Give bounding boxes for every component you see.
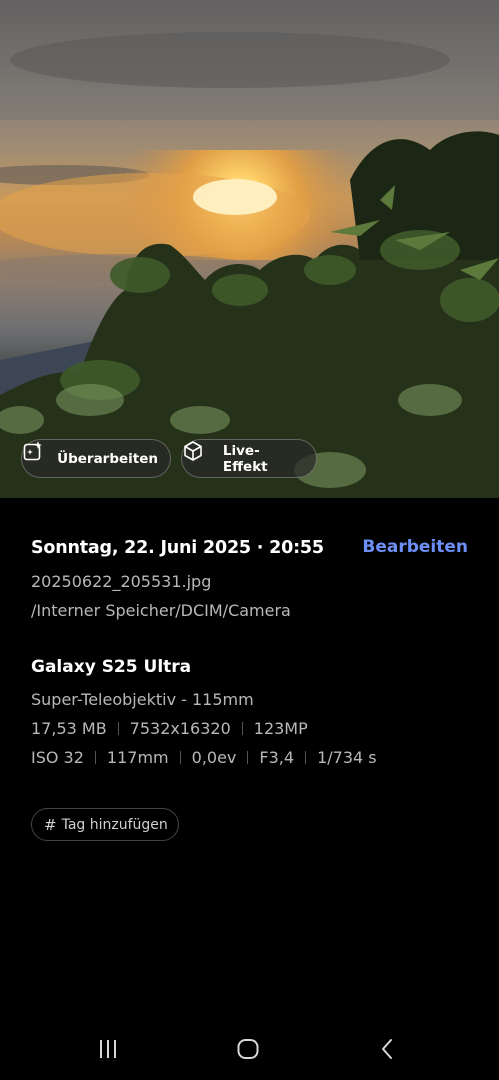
divider <box>241 722 243 735</box>
sparkle-edit-icon <box>23 441 50 470</box>
divider <box>179 751 181 764</box>
capture-datetime: Sonntag, 22. Juni 2025 · 20:55 <box>31 538 324 558</box>
add-tag-button[interactable]: # Tag hinzufügen <box>31 808 179 841</box>
photo-viewer[interactable]: Überarbeiten Live-Effekt <box>0 0 499 498</box>
date-row: Sonntag, 22. Juni 2025 · 20:55 Bearbeite… <box>31 537 468 558</box>
lens-info: Super-Teleobjektiv - 115mm <box>31 690 254 709</box>
live-effect-button[interactable]: Live-Effekt <box>181 439 317 478</box>
file-path: /Interner Speicher/DCIM/Camera <box>31 601 291 620</box>
system-nav-bar <box>0 1020 499 1080</box>
recents-icon <box>100 1040 116 1058</box>
add-tag-label: Tag hinzufügen <box>61 816 168 833</box>
live-effect-label: Live-Effekt <box>222 442 268 475</box>
home-icon <box>237 1039 259 1059</box>
home-button[interactable] <box>228 1034 268 1064</box>
back-button[interactable] <box>368 1034 408 1064</box>
details-panel: Sonntag, 22. Juni 2025 · 20:55 Bearbeite… <box>31 537 468 841</box>
resolution: 7532x16320 <box>129 719 231 738</box>
file-name: 20250622_205531.jpg <box>31 572 212 591</box>
live-effect-cube-icon <box>184 441 216 470</box>
aperture: F3,4 <box>259 748 295 767</box>
divider <box>247 751 249 764</box>
iso-value: ISO 32 <box>31 748 84 767</box>
sunset-photo <box>0 0 499 498</box>
enhance-label: Überarbeiten <box>57 450 158 467</box>
edit-details-button[interactable]: Bearbeiten <box>362 537 468 557</box>
divider <box>117 722 119 735</box>
focal-length: 117mm <box>106 748 169 767</box>
exposure-specs-row: ISO 32 117mm 0,0ev F3,4 1/734 s <box>31 748 377 767</box>
hash-icon: # <box>44 815 57 834</box>
megapixels: 123MP <box>253 719 308 738</box>
exposure-value: 0,0ev <box>191 748 237 767</box>
enhance-button[interactable]: Überarbeiten <box>21 439 171 478</box>
file-specs-row: 17,53 MB 7532x16320 123MP <box>31 719 308 738</box>
back-icon <box>382 1039 392 1059</box>
shutter-speed: 1/734 s <box>317 748 377 767</box>
divider <box>94 751 96 764</box>
device-name: Galaxy S25 Ultra <box>31 657 192 677</box>
divider <box>305 751 307 764</box>
file-size: 17,53 MB <box>31 719 107 738</box>
recents-button[interactable] <box>88 1034 128 1064</box>
